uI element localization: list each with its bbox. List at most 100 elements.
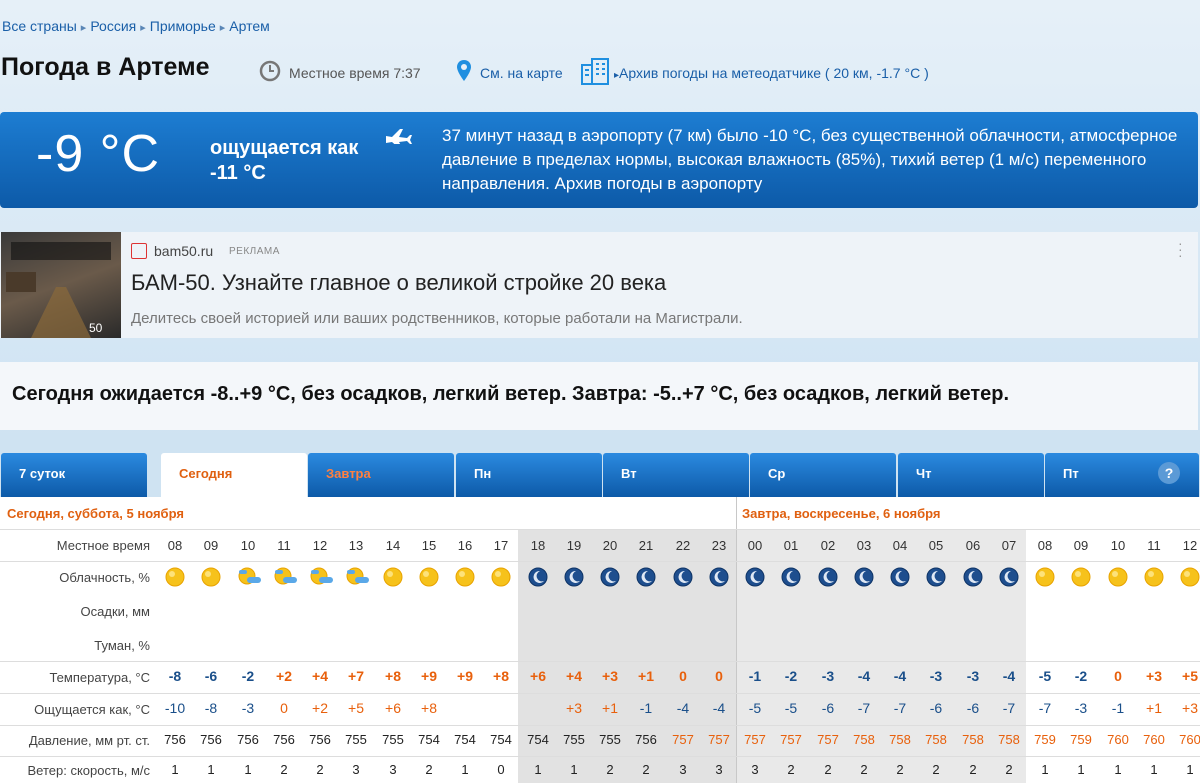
ad-title[interactable]: БАМ-50. Узнайте главное о великой стройк… — [131, 270, 666, 296]
day-header-today: Сегодня, суббота, 5 ноября — [7, 506, 184, 521]
temperature-cell: +6 — [530, 668, 546, 684]
hour-cell: 10 — [240, 538, 256, 553]
pressure-cell: 760 — [1143, 732, 1165, 747]
pressure-cell: 758 — [998, 732, 1020, 747]
feels-like-cell: 0 — [280, 700, 288, 716]
help-icon[interactable]: ? — [1158, 462, 1180, 484]
breadcrumb-all-countries[interactable]: Все страны — [2, 18, 77, 34]
breadcrumb-artem[interactable]: Артем — [229, 18, 269, 34]
wind-cell: 1 — [570, 762, 578, 777]
feels-like-cell: +3 — [1182, 700, 1198, 716]
hour-cell: 16 — [457, 538, 473, 553]
feels-like-cell: -10 — [164, 700, 186, 716]
wind-cell: 1 — [1041, 762, 1049, 777]
feels-like-cell: +5 — [348, 700, 364, 716]
hour-cell: 18 — [530, 538, 546, 553]
temperature-cell: +9 — [457, 668, 473, 684]
sensor-archive-link[interactable]: ▸Архив погоды на метеодатчике ( 20 км, -… — [614, 65, 929, 81]
temperature-cell: +2 — [276, 668, 292, 684]
sun-icon — [1034, 566, 1056, 588]
feels-like-cell: -3 — [241, 700, 255, 716]
hour-cell: 14 — [385, 538, 401, 553]
tab-label: Пн — [474, 466, 492, 481]
feels-like-cell: -5 — [784, 700, 798, 716]
temperature-cell: -3 — [821, 668, 835, 684]
row-divider — [0, 693, 1200, 694]
tab-tomorrow[interactable]: Завтра — [308, 453, 454, 497]
airport-observation[interactable]: 37 минут назад в аэропорту (7 км) было -… — [442, 124, 1187, 196]
clock-icon — [259, 60, 281, 87]
wind-cell: 1 — [1077, 762, 1085, 777]
hour-cell: 08 — [167, 538, 183, 553]
hour-cell: 20 — [602, 538, 618, 553]
partly-cloudy-icon — [309, 566, 333, 588]
tab-label: Пт — [1063, 466, 1079, 481]
feels-like-cell: -7 — [857, 700, 871, 716]
sun-icon — [1070, 566, 1092, 588]
hour-cell: 13 — [348, 538, 364, 553]
pressure-cell: 758 — [853, 732, 875, 747]
wind-cell: 2 — [896, 762, 904, 777]
row-label-time: Местное время — [56, 538, 150, 553]
hour-cell: 05 — [928, 538, 944, 553]
row-divider — [0, 756, 1200, 757]
chevron-right-icon: ▸ — [219, 22, 226, 34]
wind-cell: 2 — [642, 762, 650, 777]
tab-wed[interactable]: Ср — [750, 453, 896, 497]
forecast-summary: Сегодня ожидается -8..+9 °C, без осадков… — [12, 383, 1010, 405]
page-title: Погода в Артеме — [1, 53, 210, 81]
temperature-cell: +9 — [421, 668, 437, 684]
feels-like-cell: -7 — [1002, 700, 1016, 716]
row-divider — [0, 561, 1200, 562]
ad-site[interactable]: bam50.ru — [154, 243, 213, 259]
wind-cell: 1 — [244, 762, 252, 777]
hour-cell: 03 — [856, 538, 872, 553]
feels-like-cell: -3 — [1074, 700, 1088, 716]
feels-like-cell: +1 — [602, 700, 618, 716]
feels-like-cell: -6 — [929, 700, 943, 716]
night-clear-icon — [563, 566, 585, 588]
wind-cell: 2 — [932, 762, 940, 777]
svg-text:50: 50 — [89, 321, 103, 335]
temperature-cell: 0 — [1114, 668, 1122, 684]
wind-cell: 2 — [1005, 762, 1013, 777]
sensor-archive-label: Архив погоды на метеодатчике ( 20 км, -1… — [619, 65, 929, 81]
tab-tue[interactable]: Вт — [603, 453, 749, 497]
temperature-cell: -3 — [929, 668, 943, 684]
feels-like-cell: -7 — [893, 700, 907, 716]
feels-like-cell: -1 — [1111, 700, 1125, 716]
sun-icon — [1179, 566, 1200, 588]
wind-cell: 3 — [715, 762, 723, 777]
tab-7-days[interactable]: 7 суток — [1, 453, 147, 497]
ad-tag: РЕКЛАМА — [229, 246, 280, 257]
map-link[interactable]: См. на карте — [480, 65, 563, 81]
more-options-icon[interactable]: · · · — [1178, 236, 1183, 262]
hour-cell: 21 — [638, 538, 654, 553]
pressure-cell: 757 — [780, 732, 802, 747]
tab-thu[interactable]: Чт — [898, 453, 1044, 497]
temperature-cell: -2 — [241, 668, 255, 684]
tab-today[interactable]: Сегодня — [161, 453, 307, 497]
breadcrumb-primorye[interactable]: Приморье — [150, 18, 216, 34]
ad-text: Делитесь своей историей или ваших родств… — [131, 310, 743, 327]
temperature-cell: -6 — [204, 668, 218, 684]
tab-label: Вт — [621, 466, 637, 481]
pressure-cell: 758 — [889, 732, 911, 747]
pressure-cell: 754 — [418, 732, 440, 747]
feels-like-cell: -7 — [1038, 700, 1052, 716]
tab-label: Сегодня — [179, 466, 233, 481]
feels-like-cell: -6 — [821, 700, 835, 716]
feels-like-cell: -5 — [748, 700, 762, 716]
pressure-cell: 759 — [1070, 732, 1092, 747]
temperature-cell: -4 — [857, 668, 871, 684]
row-label-clouds: Облачность, % — [59, 570, 150, 585]
ad-image[interactable]: 50 — [1, 232, 121, 338]
temperature-cell: -2 — [784, 668, 798, 684]
airplane-icon — [384, 126, 414, 149]
night-clear-icon — [962, 566, 984, 588]
wind-cell: 2 — [860, 762, 868, 777]
breadcrumb-russia[interactable]: Россия — [90, 18, 136, 34]
pressure-cell: 760 — [1107, 732, 1129, 747]
wind-cell: 2 — [606, 762, 614, 777]
tab-mon[interactable]: Пн — [456, 453, 602, 497]
